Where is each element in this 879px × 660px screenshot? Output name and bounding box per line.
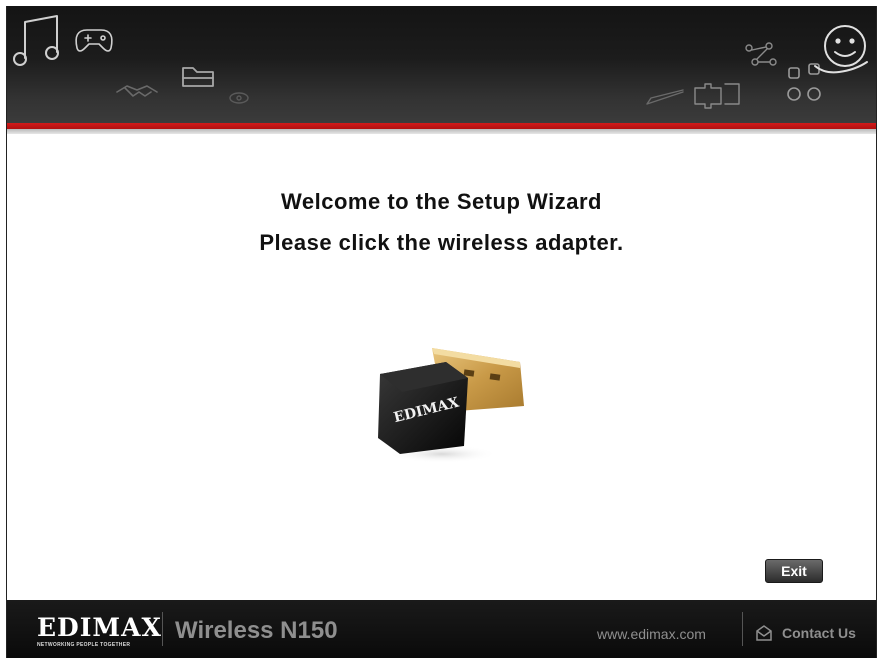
music-icon: [13, 15, 59, 66]
header-banner: [7, 6, 876, 123]
exit-button[interactable]: Exit: [765, 559, 823, 583]
network-icon: [787, 63, 821, 101]
puzzle-icon: [694, 83, 740, 109]
wireless-adapter-button[interactable]: EDIMAX: [372, 326, 542, 476]
smiley-icon: [814, 25, 868, 74]
contact-us-link[interactable]: Contact Us: [782, 625, 856, 641]
footer-bar: EDIMAX NETWORKING PEOPLE TOGETHER Wirele…: [7, 600, 876, 658]
pen-icon: [646, 89, 684, 105]
eye-icon: [229, 92, 249, 104]
logo-tagline: NETWORKING PEOPLE TOGETHER: [37, 642, 131, 648]
setup-wizard-window: Welcome to the Setup Wizard Please click…: [6, 6, 877, 658]
handshake-icon: [116, 85, 158, 97]
footer-divider: [742, 612, 743, 646]
footer-divider: [162, 612, 163, 646]
envelope-icon: [756, 625, 772, 641]
edimax-logo: EDIMAX: [37, 613, 162, 642]
welcome-instruction: Please click the wireless adapter.: [259, 230, 624, 255]
folder-icon: [182, 67, 214, 87]
molecule-icon: [745, 42, 777, 66]
header-decoration-icons: [13, 15, 868, 109]
welcome-title: Welcome to the Setup Wizard: [281, 189, 602, 214]
product-name: Wireless N150: [175, 617, 338, 644]
gamepad-icon: [75, 29, 113, 52]
website-link[interactable]: www.edimax.com: [597, 626, 706, 642]
main-content: Welcome to the Setup Wizard Please click…: [7, 134, 876, 604]
